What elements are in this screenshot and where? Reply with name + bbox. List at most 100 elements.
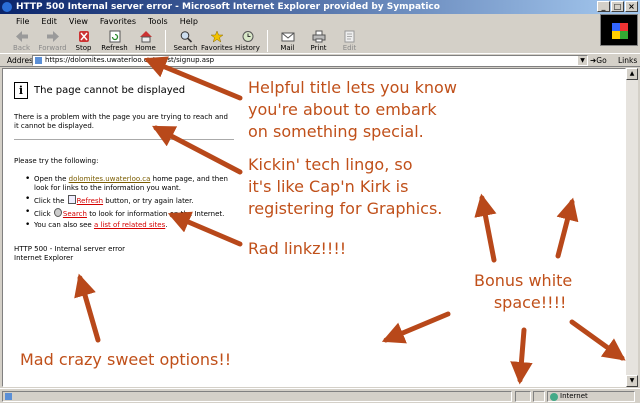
favorites-star-icon — [209, 30, 224, 43]
item-text: Open the — [34, 175, 69, 183]
close-button[interactable]: × — [625, 1, 638, 12]
home-icon — [139, 31, 152, 43]
internet-explorer-icon[interactable] — [2, 2, 12, 12]
favorites-label: Favorites — [201, 44, 233, 52]
windows-flag-icon — [612, 23, 628, 39]
menu-file[interactable]: File — [10, 17, 35, 26]
mail-label: Mail — [280, 44, 295, 52]
search-icon — [180, 31, 192, 43]
home-button[interactable]: Home — [130, 29, 161, 53]
status-text — [2, 391, 512, 402]
stop-button[interactable]: Stop — [68, 29, 99, 53]
annotation-line: on something special. — [248, 122, 424, 141]
item-text: Click — [34, 210, 53, 218]
address-dropdown-arrow-icon[interactable]: ▼ — [578, 56, 587, 65]
info-icon: i — [14, 82, 28, 99]
window-title-bar[interactable]: HTTP 500 Internal server error - Microso… — [0, 0, 640, 14]
menu-bar: File Edit View Favorites Tools Help — [0, 14, 640, 29]
printer-icon — [312, 30, 325, 43]
http-code-text: HTTP 500 - Internal server error — [14, 245, 126, 253]
search-button[interactable]: Search — [170, 29, 201, 53]
refresh-button[interactable]: Refresh — [99, 29, 130, 53]
zone-label: Internet — [560, 392, 588, 400]
list-item: Open the dolomites.uwaterloo.ca home pag… — [25, 175, 235, 193]
forward-button[interactable]: Forward — [37, 29, 68, 53]
item-text: . — [165, 221, 168, 229]
internet-globe-icon — [550, 393, 558, 401]
home-label: Home — [135, 44, 156, 52]
list-item: You can also see a list of related sites… — [25, 221, 235, 230]
go-label: Go — [596, 56, 607, 65]
menu-favorites[interactable]: Favorites — [94, 17, 142, 26]
annotation-tech-lingo: Kickin' tech lingo, so it's like Cap'n K… — [248, 154, 442, 220]
annotation-line: space!!!! — [493, 293, 567, 312]
status-bar: Internet — [0, 388, 640, 403]
menu-tools[interactable]: Tools — [142, 17, 174, 26]
scroll-down-arrow-icon[interactable]: ▼ — [626, 375, 638, 387]
stop-label: Stop — [75, 44, 92, 52]
toolbar-separator — [165, 30, 166, 52]
standard-toolbar: Back Forward Stop Refresh Home Search Fa… — [0, 29, 600, 53]
annotation-title: Helpful title lets you know you're about… — [248, 77, 457, 143]
vertical-scrollbar[interactable]: ▲ ▼ — [626, 68, 638, 387]
forward-label: Forward — [38, 44, 67, 52]
annotation-line: Kickin' tech lingo, so — [248, 155, 413, 174]
stop-icon — [78, 31, 89, 42]
status-panel — [533, 391, 545, 402]
annotation-line: Helpful title lets you know — [248, 78, 457, 97]
maximize-button[interactable]: □ — [611, 1, 624, 12]
history-clock-icon — [242, 31, 253, 42]
minimize-button[interactable]: _ — [597, 1, 610, 12]
page-title: The page cannot be displayed — [34, 85, 186, 96]
edit-page-icon — [344, 30, 354, 43]
status-panel — [515, 391, 531, 402]
item-text: button, or try again later. — [103, 197, 194, 205]
edit-label: Edit — [342, 44, 357, 52]
item-text: You can also see — [34, 221, 94, 229]
search-link[interactable]: Search — [63, 210, 87, 218]
annotation-line: you're about to embark — [248, 100, 437, 119]
go-button[interactable]: ➜Go — [590, 56, 607, 65]
windows-logo-throbber — [600, 14, 638, 46]
menu-view[interactable]: View — [63, 17, 94, 26]
http-error-code: HTTP 500 - Internal server error Interne… — [14, 245, 125, 263]
search-icon — [53, 208, 62, 217]
links-button[interactable]: Links — [618, 56, 637, 65]
window-title: HTTP 500 Internal server error - Microso… — [16, 2, 440, 12]
annotation-line: Bonus white — [474, 271, 573, 290]
history-button[interactable]: History — [232, 29, 263, 53]
scroll-up-arrow-icon[interactable]: ▲ — [626, 68, 638, 80]
back-label: Back — [13, 44, 30, 52]
error-header: i The page cannot be displayed — [14, 82, 185, 99]
error-description: There is a problem with the page you are… — [14, 113, 228, 130]
refresh-label: Refresh — [101, 44, 128, 52]
menu-help[interactable]: Help — [174, 17, 204, 26]
print-button[interactable]: Print — [303, 29, 334, 53]
address-input[interactable]: https://dolomites.uwaterloo.ca/quest/sig… — [32, 55, 588, 66]
back-button[interactable]: Back — [6, 29, 37, 53]
edit-button[interactable]: Edit — [334, 29, 365, 53]
page-icon — [35, 57, 42, 64]
search-label: Search — [173, 44, 198, 52]
annotation-white-space: Bonus white space!!!! — [474, 270, 572, 314]
toolbar-separator — [267, 30, 268, 52]
home-page-link[interactable]: dolomites.uwaterloo.ca — [69, 175, 151, 183]
item-text: Click the — [34, 197, 67, 205]
refresh-icon — [67, 195, 76, 204]
browser-name: Internet Explorer — [14, 254, 74, 262]
suggestion-list: Open the dolomites.uwaterloo.ca home pag… — [25, 175, 235, 232]
menu-edit[interactable]: Edit — [35, 17, 63, 26]
list-item: Click the Refresh button, or try again l… — [25, 195, 235, 206]
address-bar: Address https://dolomites.uwaterloo.ca/q… — [0, 53, 640, 67]
refresh-icon — [109, 30, 120, 43]
list-item: Click Search to look for information on … — [25, 208, 235, 219]
refresh-link[interactable]: Refresh — [77, 197, 103, 205]
favorites-button[interactable]: Favorites — [201, 29, 233, 53]
page-icon — [5, 393, 12, 400]
related-sites-link[interactable]: a list of related sites — [94, 221, 165, 229]
annotation-line: it's like Cap'n Kirk is — [248, 177, 409, 196]
try-heading: Please try the following: — [14, 157, 99, 165]
print-label: Print — [310, 44, 327, 52]
mail-button[interactable]: Mail — [272, 29, 303, 53]
security-zone: Internet — [547, 391, 635, 402]
